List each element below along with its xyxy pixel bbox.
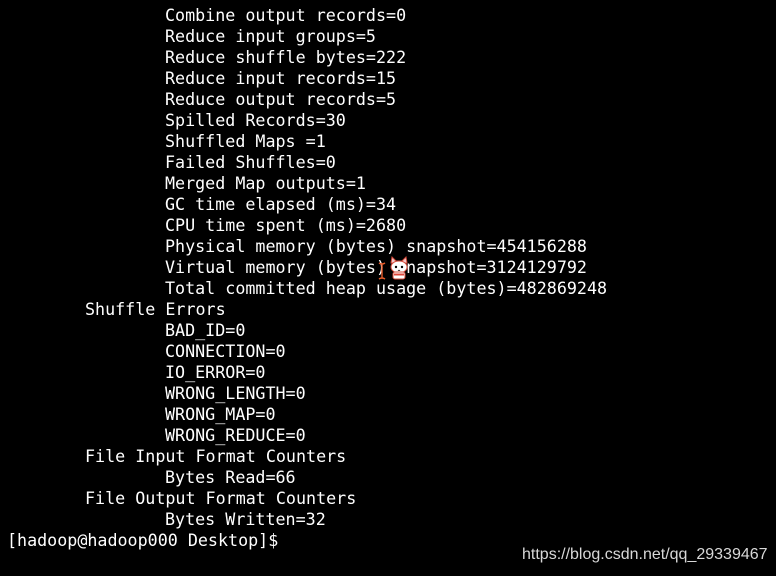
- cat-mascot-icon: [390, 255, 408, 280]
- terminal-line: Total committed heap usage (bytes)=48286…: [165, 277, 608, 298]
- terminal-window[interactable]: Combine output records=0 Reduce input gro…: [0, 0, 776, 576]
- terminal-line: Merged Map outputs=1: [165, 172, 366, 193]
- terminal-line: File Output Format Counters: [85, 487, 357, 508]
- terminal-line: Physical memory (bytes) snapshot=4541562…: [165, 235, 587, 256]
- terminal-line: Combine output records=0: [165, 4, 407, 25]
- shell-prompt: [hadoop@hadoop000 Desktop]$: [7, 529, 279, 550]
- terminal-line: CONNECTION=0: [165, 340, 286, 361]
- terminal-line: Failed Shuffles=0: [165, 151, 336, 172]
- terminal-line: Shuffle Errors: [85, 298, 226, 319]
- terminal-line: WRONG_REDUCE=0: [165, 424, 306, 445]
- terminal-line: Virtual memory (bytes) snapshot=31241297…: [165, 256, 587, 277]
- terminal-line: IO_ERROR=0: [165, 361, 266, 382]
- terminal-line: CPU time spent (ms)=2680: [165, 214, 407, 235]
- terminal-line: GC time elapsed (ms)=34: [165, 193, 397, 214]
- terminal-line: Reduce shuffle bytes=222: [165, 46, 407, 67]
- terminal-line: Reduce input records=15: [165, 67, 397, 88]
- terminal-line: Reduce output records=5: [165, 88, 397, 109]
- text-cursor-icon: [378, 262, 386, 280]
- terminal-line: WRONG_LENGTH=0: [165, 382, 306, 403]
- terminal-line: Reduce input groups=5: [165, 25, 376, 46]
- terminal-line: Shuffled Maps =1: [165, 130, 326, 151]
- terminal-line: Spilled Records=30: [165, 109, 346, 130]
- terminal-line: Bytes Written=32: [165, 508, 326, 529]
- terminal-line: BAD_ID=0: [165, 319, 246, 340]
- terminal-line: Bytes Read=66: [165, 466, 296, 487]
- watermark: https://blog.csdn.net/qq_29339467: [522, 546, 768, 563]
- terminal-line: File Input Format Counters: [85, 445, 347, 466]
- terminal-line: WRONG_MAP=0: [165, 403, 276, 424]
